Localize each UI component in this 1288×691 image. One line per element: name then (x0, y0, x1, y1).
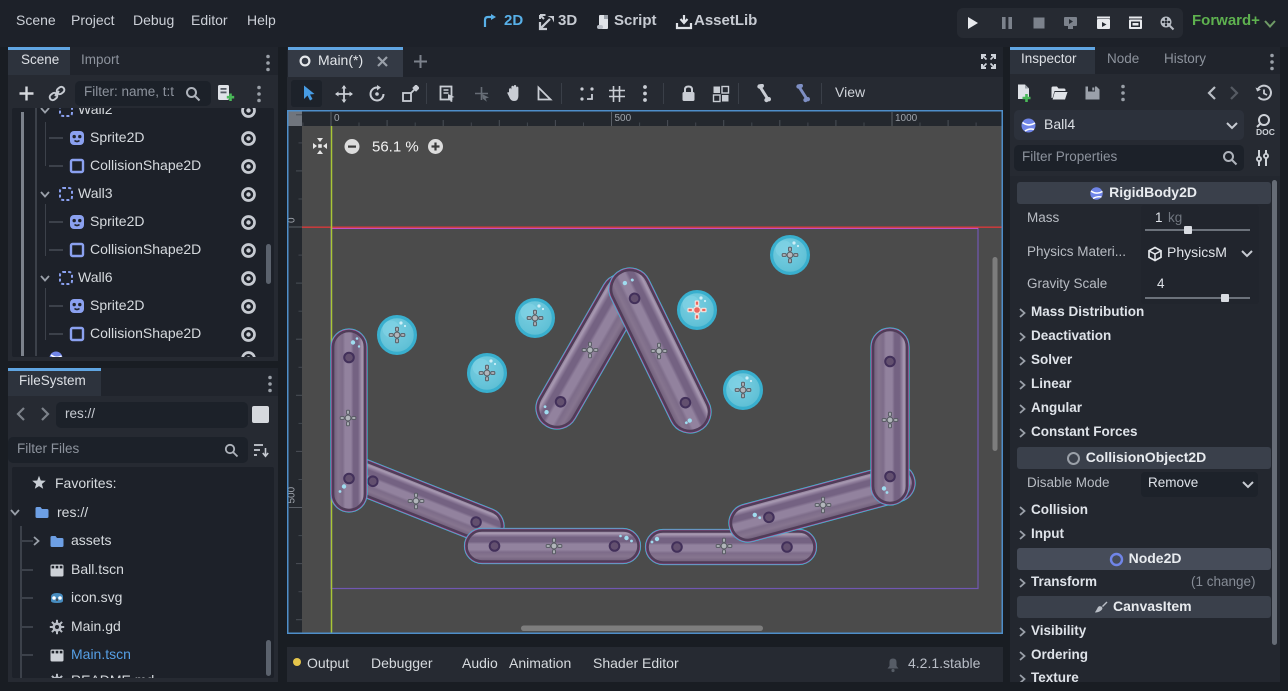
svg-text:500: 500 (615, 113, 632, 124)
svg-text:1000: 1000 (895, 113, 918, 124)
svg-text:56.1 %: 56.1 % (372, 139, 419, 156)
svg-text:500: 500 (287, 486, 298, 503)
svg-text:0: 0 (287, 217, 298, 223)
svg-text:0: 0 (334, 113, 340, 124)
svg-text:DOC: DOC (1256, 127, 1275, 137)
